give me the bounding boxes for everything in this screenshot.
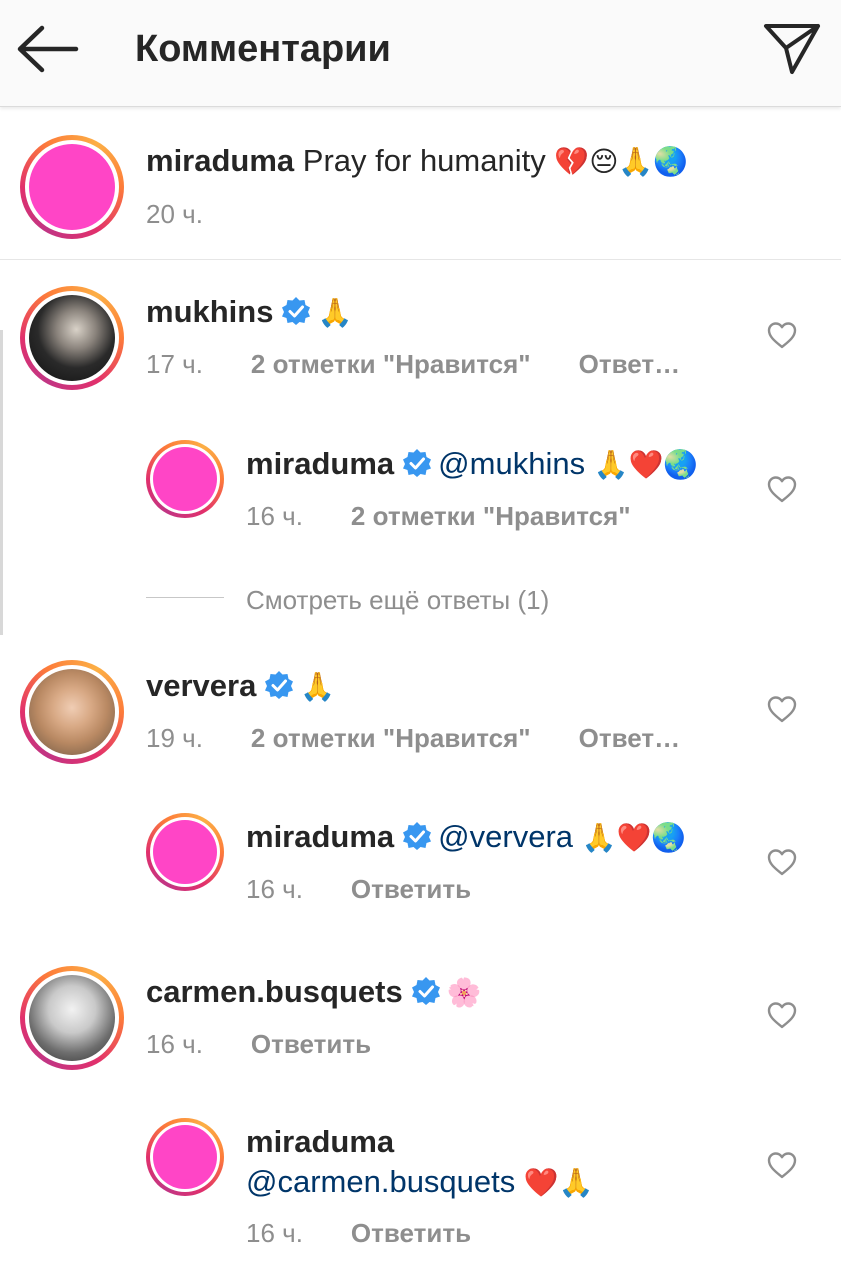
reply-button[interactable]: Ответить <box>351 874 471 904</box>
avatar[interactable] <box>146 813 224 891</box>
avatar[interactable] <box>146 440 224 518</box>
avatar[interactable] <box>146 1118 224 1196</box>
mention-link[interactable]: @mukhins <box>438 446 585 481</box>
divider <box>146 597 224 598</box>
verified-badge-icon <box>411 977 440 1005</box>
comment-time: 16 ч. <box>246 501 303 531</box>
verified-badge-icon <box>265 671 294 699</box>
comment-time: 17 ч. <box>146 349 203 379</box>
paper-plane-icon[interactable] <box>760 18 824 78</box>
mention-link[interactable]: @ververa <box>438 819 573 854</box>
post-caption: miraduma Pray for humanity 💔😔🙏🌏 20 ч. <box>0 107 841 260</box>
view-more-label: Смотреть ещё ответы (1) <box>246 585 550 615</box>
comment-line: @carmen.busquets ❤️🙏 <box>246 1162 594 1203</box>
likes-count-link[interactable]: 2 отметки "Нравится" <box>251 723 531 753</box>
heart-icon[interactable] <box>766 847 798 877</box>
caption-text: Pray for humanity <box>302 143 546 178</box>
top-bar: Комментарии <box>0 0 841 107</box>
comment-line: miraduma @ververa 🙏❤️🌏 <box>246 817 686 858</box>
heart-icon[interactable] <box>766 1150 798 1180</box>
verified-badge-icon <box>282 297 311 325</box>
comment-meta: 16 ч. Ответить <box>246 1216 519 1250</box>
avatar[interactable] <box>20 966 124 1070</box>
avatar[interactable] <box>20 135 124 239</box>
comment-text: 🌸 <box>446 976 482 1009</box>
comment-meta: 16 ч. 2 отметки "Нравится" <box>246 499 679 533</box>
verified-badge-icon <box>403 822 432 850</box>
comment-text: ❤️🙏 <box>523 1166 594 1199</box>
comment-meta: 19 ч. 2 отметки "Нравится" Ответ… <box>146 721 728 755</box>
verified-badge-icon <box>403 449 432 477</box>
comment-line: ververa 🙏 <box>146 666 335 707</box>
thread-edge <box>0 330 3 635</box>
comment-line: carmen.busquets 🌸 <box>146 972 482 1013</box>
likes-count-link[interactable]: 2 отметки "Нравится" <box>251 349 531 379</box>
comment-line: miraduma <box>246 1122 394 1162</box>
comment-meta: 16 ч. Ответить <box>246 872 519 906</box>
reply-button[interactable]: Ответ… <box>579 349 680 379</box>
reply-button[interactable]: Ответить <box>351 1218 471 1248</box>
comment-time: 16 ч. <box>246 1218 303 1248</box>
caption-line: miraduma Pray for humanity 💔😔🙏🌏 <box>146 141 688 182</box>
caption-username[interactable]: miraduma <box>146 143 294 178</box>
heart-icon[interactable] <box>766 474 798 504</box>
heart-icon[interactable] <box>766 694 798 724</box>
comment-text: 🙏❤️🌏 <box>593 448 699 481</box>
comment-username[interactable]: miraduma <box>246 446 394 481</box>
comment-time: 16 ч. <box>246 874 303 904</box>
heart-icon[interactable] <box>766 1000 798 1030</box>
comment-text: 🙏 <box>300 670 336 703</box>
avatar[interactable] <box>20 286 124 390</box>
comment-line: miraduma @mukhins 🙏❤️🌏 <box>246 444 698 485</box>
comment-text: 🙏❤️🌏 <box>581 821 687 854</box>
mention-link[interactable]: @carmen.busquets <box>246 1164 515 1199</box>
comment-time: 16 ч. <box>146 1029 203 1059</box>
comment-line: mukhins 🙏 <box>146 292 352 333</box>
comment-text: 🙏 <box>317 296 353 329</box>
caption-time: 20 ч. <box>146 199 203 229</box>
caption-emoji: 💔😔🙏🌏 <box>554 145 689 178</box>
heart-icon[interactable] <box>766 320 798 350</box>
comment-username[interactable]: ververa <box>146 668 256 703</box>
arrow-left-icon[interactable] <box>14 22 80 76</box>
caption-meta: 20 ч. <box>146 197 251 231</box>
comment-username[interactable]: mukhins <box>146 294 273 329</box>
likes-count-link[interactable]: 2 отметки "Нравится" <box>351 501 631 531</box>
comment-username[interactable]: miraduma <box>246 1124 394 1159</box>
reply-button[interactable]: Ответ… <box>579 723 680 753</box>
comment-meta: 17 ч. 2 отметки "Нравится" Ответ… <box>146 347 728 381</box>
comment-meta: 16 ч. Ответить <box>146 1027 419 1061</box>
comment-username[interactable]: miraduma <box>246 819 394 854</box>
comment-username[interactable]: carmen.busquets <box>146 974 403 1009</box>
avatar[interactable] <box>20 660 124 764</box>
reply-button[interactable]: Ответить <box>251 1029 371 1059</box>
page-title: Комментарии <box>135 28 391 70</box>
comment-time: 19 ч. <box>146 723 203 753</box>
